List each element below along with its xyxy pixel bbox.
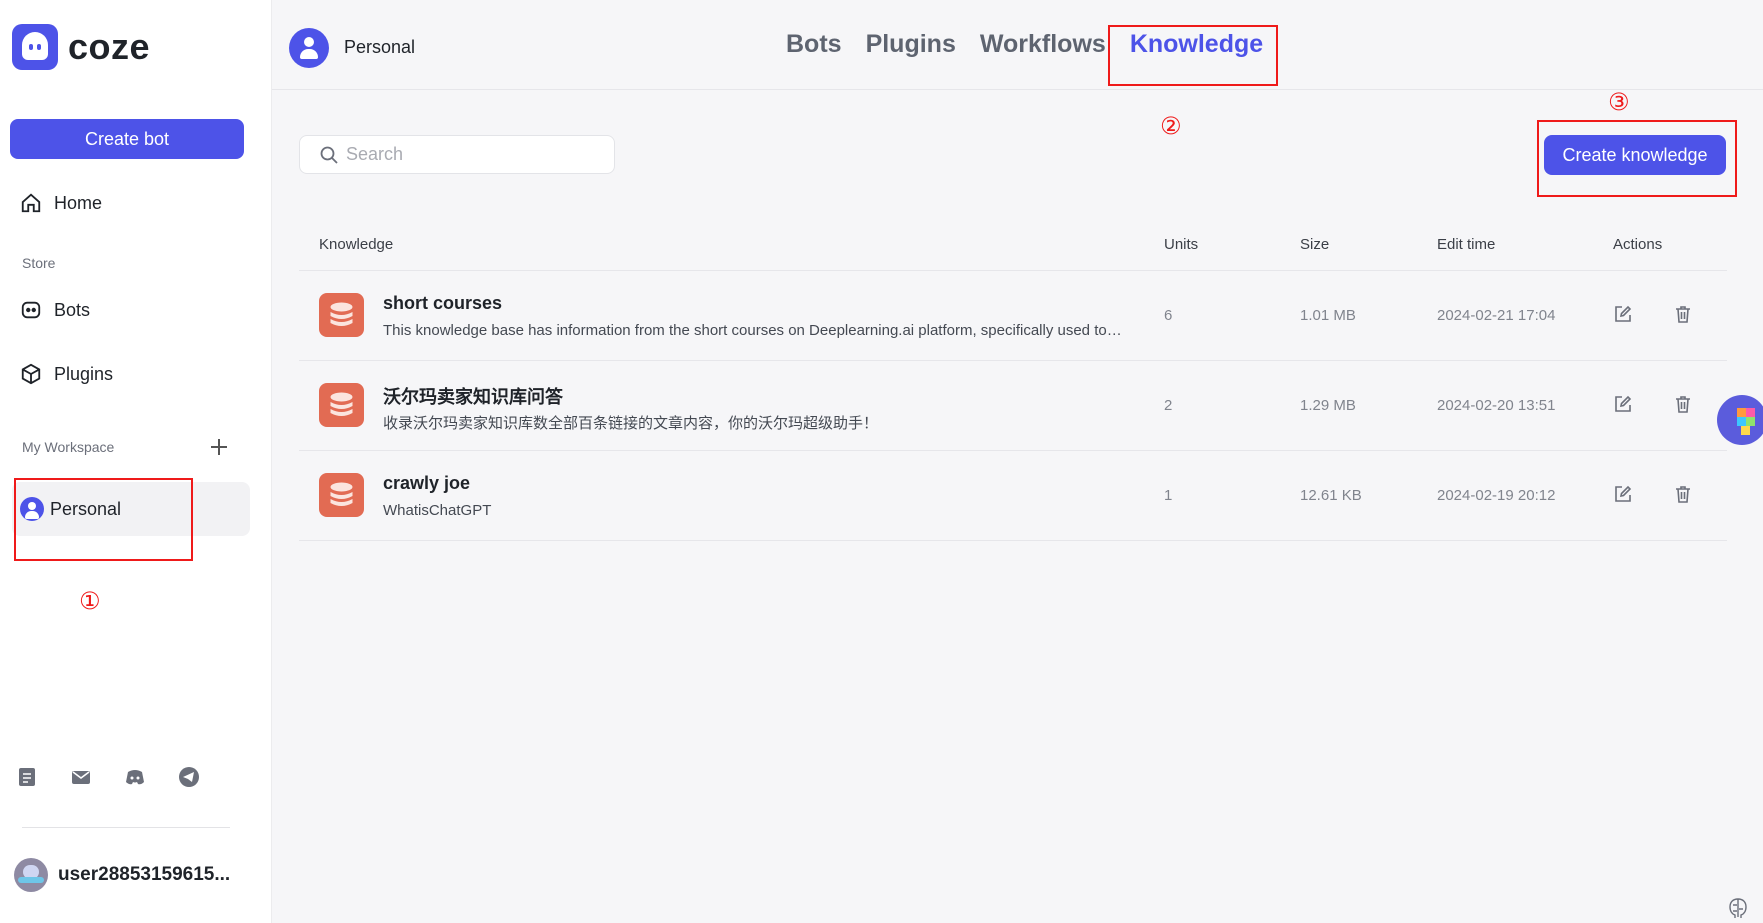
edit-time-value: 2024-02-20 13:51: [1437, 397, 1556, 414]
sidebar-item-plugins[interactable]: Plugins: [10, 354, 250, 394]
space-name: Personal: [344, 37, 416, 57]
units-value: 1: [1164, 487, 1173, 504]
edit-icon[interactable]: [1613, 394, 1633, 414]
sidebar-item-home[interactable]: Home: [10, 183, 250, 223]
database-icon: [319, 473, 364, 517]
discord-icon[interactable]: [124, 766, 146, 788]
annotation-marker-3: ③: [1608, 88, 1630, 116]
space-avatar-icon: [289, 28, 329, 68]
size-value: 1.29 MB: [1300, 397, 1356, 414]
sidebar-item-bots[interactable]: Bots: [10, 290, 250, 330]
units-value: 2: [1164, 397, 1173, 414]
mail-icon[interactable]: [70, 766, 92, 788]
cube-logo-icon: [1737, 408, 1755, 435]
table-row[interactable]: 沃尔玛卖家知识库问答 收录沃尔玛卖家知识库数全部百条链接的文章内容，你的沃尔玛超…: [299, 360, 1727, 450]
column-header-units: Units: [1164, 236, 1199, 253]
edit-time-value: 2024-02-21 17:04: [1437, 307, 1556, 324]
edit-icon[interactable]: [1613, 484, 1633, 504]
document-icon[interactable]: [16, 766, 38, 788]
tab-bots[interactable]: Bots: [786, 30, 842, 59]
coze-logo-icon: [12, 24, 58, 70]
top-header: Personal Bots Plugins Workflows Knowledg…: [272, 0, 1763, 90]
bot-icon: [21, 301, 41, 319]
annotation-box-2: [1108, 25, 1278, 86]
search-box[interactable]: [299, 135, 615, 174]
annotation-marker-1: ①: [79, 587, 101, 615]
user-name: user28853159615...: [58, 864, 231, 885]
brand-name: coze: [68, 26, 151, 67]
create-bot-button[interactable]: Create bot: [10, 119, 244, 159]
knowledge-title[interactable]: short courses: [383, 293, 502, 314]
table-row[interactable]: short courses This knowledge base has in…: [299, 270, 1727, 360]
sidebar-item-label: Plugins: [54, 363, 114, 384]
annotation-marker-2: ②: [1160, 112, 1182, 140]
database-icon: [319, 293, 364, 337]
search-icon: [320, 146, 338, 164]
edit-icon[interactable]: [1613, 304, 1633, 324]
assistant-float-button[interactable]: [1717, 395, 1763, 445]
telegram-icon[interactable]: [178, 766, 200, 788]
delete-icon[interactable]: [1673, 484, 1693, 504]
column-header-actions: Actions: [1613, 236, 1663, 253]
add-workspace-icon[interactable]: [210, 438, 228, 456]
sidebar-divider: [22, 827, 230, 828]
edit-time-value: 2024-02-19 20:12: [1437, 487, 1556, 504]
tab-workflows[interactable]: Workflows: [980, 30, 1106, 59]
column-header-size: Size: [1300, 236, 1330, 253]
annotation-box-3: [1537, 120, 1737, 197]
brain-icon[interactable]: [1726, 896, 1750, 920]
units-value: 6: [1164, 307, 1173, 324]
user-profile[interactable]: user28853159615...: [14, 858, 230, 892]
workspace-section-label: My Workspace: [22, 439, 115, 455]
knowledge-description: WhatisChatGPT: [383, 502, 492, 519]
size-value: 1.01 MB: [1300, 307, 1356, 324]
footer-links: [16, 766, 232, 788]
coze-logo[interactable]: coze: [12, 24, 150, 70]
knowledge-title[interactable]: 沃尔玛卖家知识库问答: [383, 383, 563, 409]
cube-icon: [21, 363, 41, 385]
knowledge-description: This knowledge base has information from…: [383, 322, 1123, 339]
delete-icon[interactable]: [1673, 394, 1693, 414]
sidebar: coze Create bot Home Store Bots Plugins …: [0, 0, 272, 923]
knowledge-description: 收录沃尔玛卖家知识库数全部百条链接的文章内容，你的沃尔玛超级助手！: [383, 415, 879, 432]
knowledge-title[interactable]: crawly joe: [383, 473, 470, 494]
search-input[interactable]: [346, 144, 606, 165]
database-icon: [319, 383, 364, 427]
store-section-label: Store: [22, 255, 56, 271]
column-header-edit-time: Edit time: [1437, 236, 1496, 253]
annotation-box-1: [14, 478, 193, 561]
tab-plugins[interactable]: Plugins: [866, 30, 956, 59]
sidebar-item-label: Bots: [54, 299, 91, 320]
size-value: 12.61 KB: [1300, 487, 1362, 504]
home-icon: [21, 193, 41, 213]
table-row[interactable]: crawly joe WhatisChatGPT 1 12.61 KB 2024…: [299, 450, 1727, 540]
sidebar-item-label: Home: [54, 192, 103, 213]
table-divider: [299, 540, 1727, 541]
delete-icon[interactable]: [1673, 304, 1693, 324]
user-avatar: [14, 858, 48, 892]
column-header-knowledge: Knowledge: [319, 236, 394, 253]
